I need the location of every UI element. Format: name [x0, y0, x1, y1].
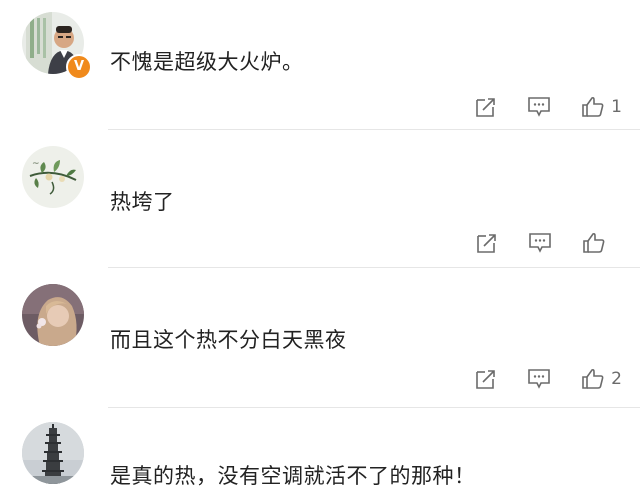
- like-button[interactable]: 1: [581, 96, 622, 118]
- comment-text: 不愧是超级大火炉。: [110, 50, 304, 74]
- comment-icon: [528, 97, 550, 117]
- avatar[interactable]: ~: [22, 146, 84, 208]
- thumbs-up-icon: [583, 232, 605, 253]
- comment-list: V 不愧是超级大火炉。 1 ~ 热垮了 而且这个热不分白天黑夜 2 是真的热，没…: [0, 0, 640, 500]
- comment-actions: [446, 228, 622, 258]
- thumbs-up-icon: [582, 368, 604, 389]
- comment-text: 而且这个热不分白天黑夜: [110, 328, 347, 352]
- like-count: 2: [611, 369, 622, 389]
- comment-item: 是真的热，没有空调就活不了的那种！: [0, 408, 640, 500]
- comment-text: 是真的热，没有空调就活不了的那种！: [110, 464, 476, 488]
- comment-item: ~ 热垮了: [0, 130, 640, 268]
- reply-button[interactable]: [528, 232, 552, 254]
- share-icon: [477, 234, 496, 253]
- share-button[interactable]: [475, 96, 497, 118]
- avatar[interactable]: [22, 422, 84, 484]
- comment-text: 热垮了: [110, 190, 175, 214]
- comment-item: 而且这个热不分白天黑夜 2: [0, 268, 640, 408]
- comment-actions: 2: [445, 364, 622, 394]
- verified-badge: V: [66, 54, 92, 80]
- comment-icon: [529, 233, 551, 253]
- share-icon: [476, 98, 495, 117]
- like-button[interactable]: 2: [581, 368, 622, 390]
- comment-icon: [528, 369, 550, 389]
- svg-text:~: ~: [32, 159, 40, 169]
- pagoda-avatar: [22, 422, 84, 484]
- comment-item: V 不愧是超级大火炉。 1: [0, 0, 640, 130]
- share-icon: [476, 370, 495, 389]
- comment-actions: 1: [445, 92, 622, 122]
- reply-button[interactable]: [527, 96, 551, 118]
- share-button[interactable]: [475, 368, 497, 390]
- share-button[interactable]: [476, 232, 498, 254]
- woman-portrait-avatar: [22, 284, 84, 346]
- avatar[interactable]: [22, 284, 84, 346]
- plant-drawing-avatar: ~: [22, 146, 84, 208]
- like-count: 1: [611, 97, 622, 117]
- reply-button[interactable]: [527, 368, 551, 390]
- thumbs-up-icon: [582, 96, 604, 117]
- like-button[interactable]: [582, 232, 622, 254]
